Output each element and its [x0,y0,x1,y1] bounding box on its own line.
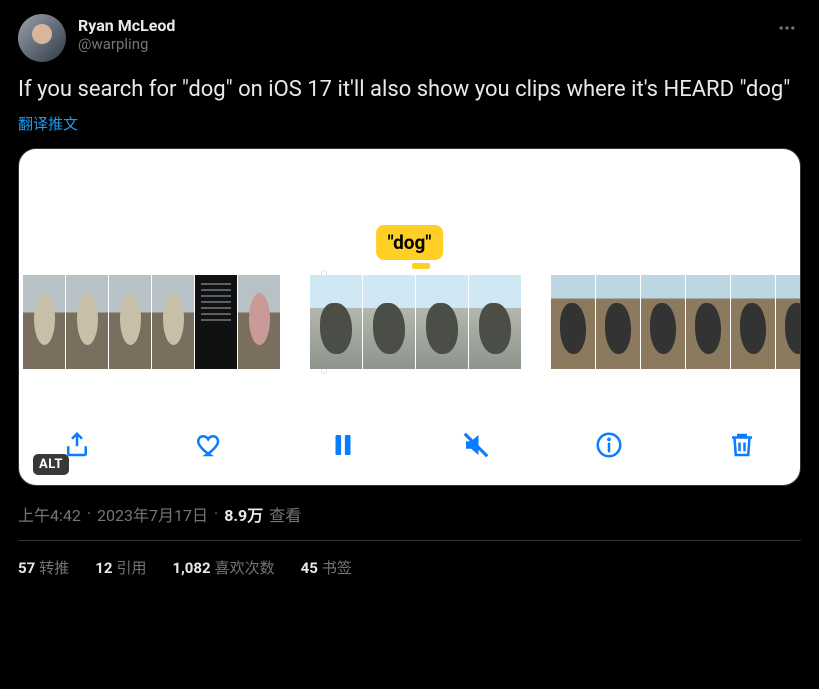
meta-separator: · [87,504,91,523]
views-count: 8.9万 [224,502,263,526]
speaker-muted-icon [461,430,491,460]
tweet-meta: 上午4:42 · 2023年7月17日 · 8.9万 查看 [18,502,801,526]
quotes-count: 12 [95,559,112,577]
media-toolbar [19,427,800,463]
date[interactable]: 2023年7月17日 [97,502,208,526]
author-names[interactable]: Ryan McLeod @warpling [78,14,175,53]
info-icon [594,430,624,460]
quotes-label: 引用 [116,559,146,577]
likes-label: 喜欢次数 [215,559,275,577]
display-name: Ryan McLeod [78,16,175,35]
timestamp[interactable]: 上午4:42 [18,502,81,526]
meta-separator: · [214,504,218,523]
handle: @warpling [78,35,175,53]
trash-icon [727,430,757,460]
avatar[interactable] [18,14,66,62]
timeline-clip[interactable] [23,275,280,369]
delete-button[interactable] [724,427,760,463]
tweet-header: Ryan McLeod @warpling [18,14,801,62]
pause-button[interactable] [325,427,361,463]
retweets-label: 转推 [39,559,69,577]
info-button[interactable] [591,427,627,463]
timeline-clip[interactable] [310,275,521,369]
bookmarks-item[interactable]: 45书签 [301,557,352,578]
tweet-text: If you search for "dog" on iOS 17 it'll … [18,76,801,105]
like-button[interactable] [192,427,228,463]
video-timeline[interactable] [19,275,800,369]
likes-count: 1,082 [172,559,210,577]
engagement-bar: 57转推 12引用 1,082 喜欢次数 45书签 [18,541,801,578]
quotes-item[interactable]: 12引用 [95,557,146,578]
views-label: 查看 [269,502,301,526]
mute-button[interactable] [458,427,494,463]
likes-item[interactable]: 1,082 喜欢次数 [172,557,274,578]
heart-icon [195,430,225,460]
bookmarks-label: 书签 [322,559,352,577]
more-icon [777,18,797,38]
media-card[interactable]: "dog" [18,148,801,486]
retweets-item[interactable]: 57转推 [18,557,69,578]
bookmarks-count: 45 [301,559,318,577]
retweets-count: 57 [18,559,35,577]
timeline-clip[interactable] [551,275,801,369]
translate-link[interactable]: 翻译推文 [18,113,801,134]
search-highlight-badge: "dog" [376,225,444,260]
search-highlight-tick [412,263,430,269]
pause-icon [328,430,358,460]
more-button[interactable] [773,14,801,46]
tweet-container: Ryan McLeod @warpling If you search for … [0,0,819,578]
alt-badge[interactable]: ALT [33,454,69,475]
